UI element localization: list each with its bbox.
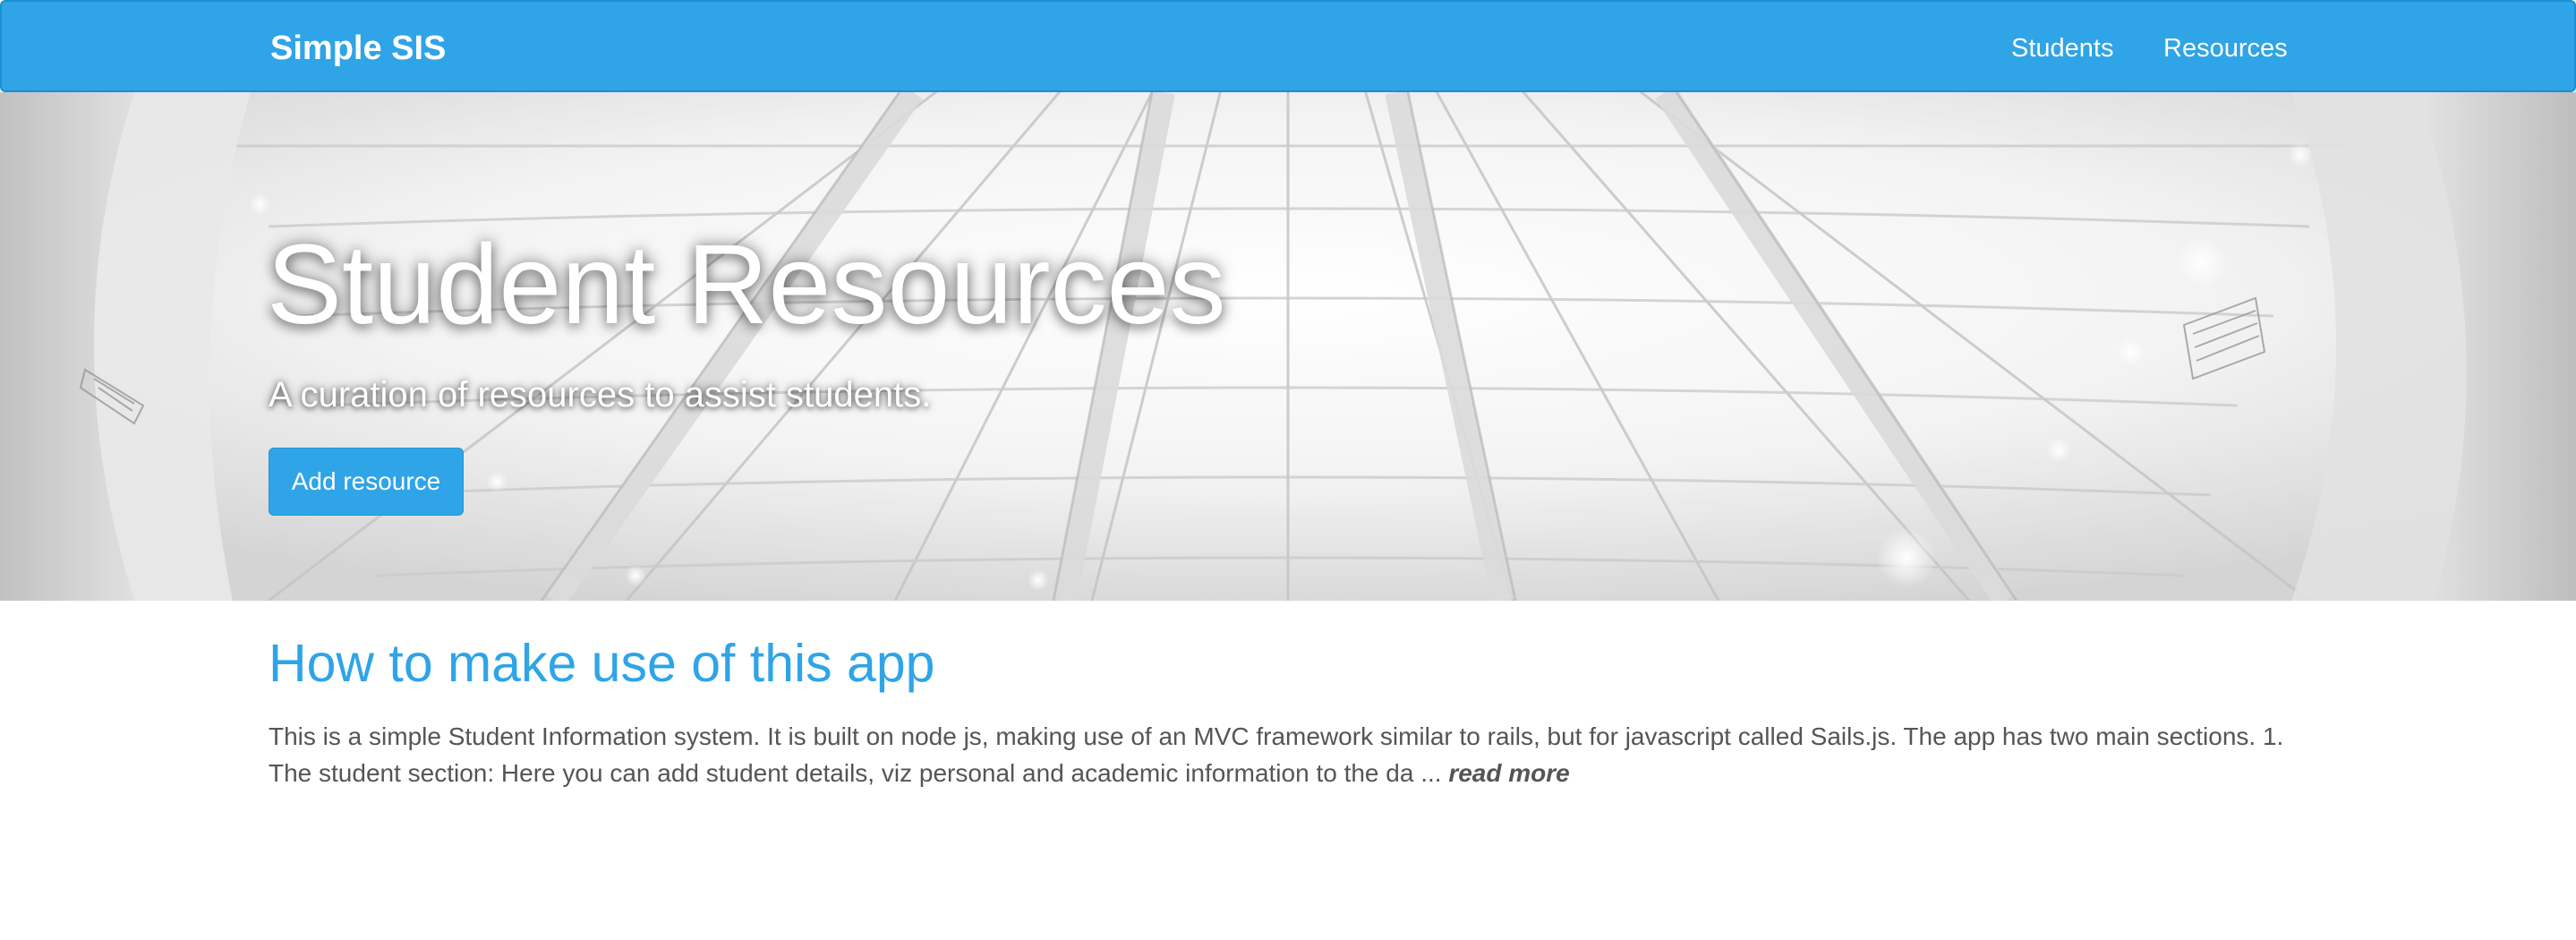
brand-link[interactable]: Simple SIS: [270, 29, 446, 68]
article-excerpt: This is a simple Student Information sys…: [269, 718, 2309, 791]
add-resource-button[interactable]: Add resource: [269, 448, 464, 516]
article-excerpt-text: This is a simple Student Information sys…: [269, 722, 2284, 787]
read-more-link[interactable]: read more: [1448, 759, 1569, 787]
hero-title: Student Resources: [267, 221, 1226, 347]
nav-link-resources[interactable]: Resources: [2163, 32, 2288, 64]
top-navbar: Simple SIS Students Resources: [0, 0, 2576, 92]
article-title[interactable]: How to make use of this app: [269, 632, 934, 695]
hero-subtitle: A curation of resources to assist studen…: [269, 375, 932, 414]
hero-banner: Student Resources A curation of resource…: [0, 92, 2576, 601]
nav-link-students[interactable]: Students: [2011, 32, 2113, 64]
